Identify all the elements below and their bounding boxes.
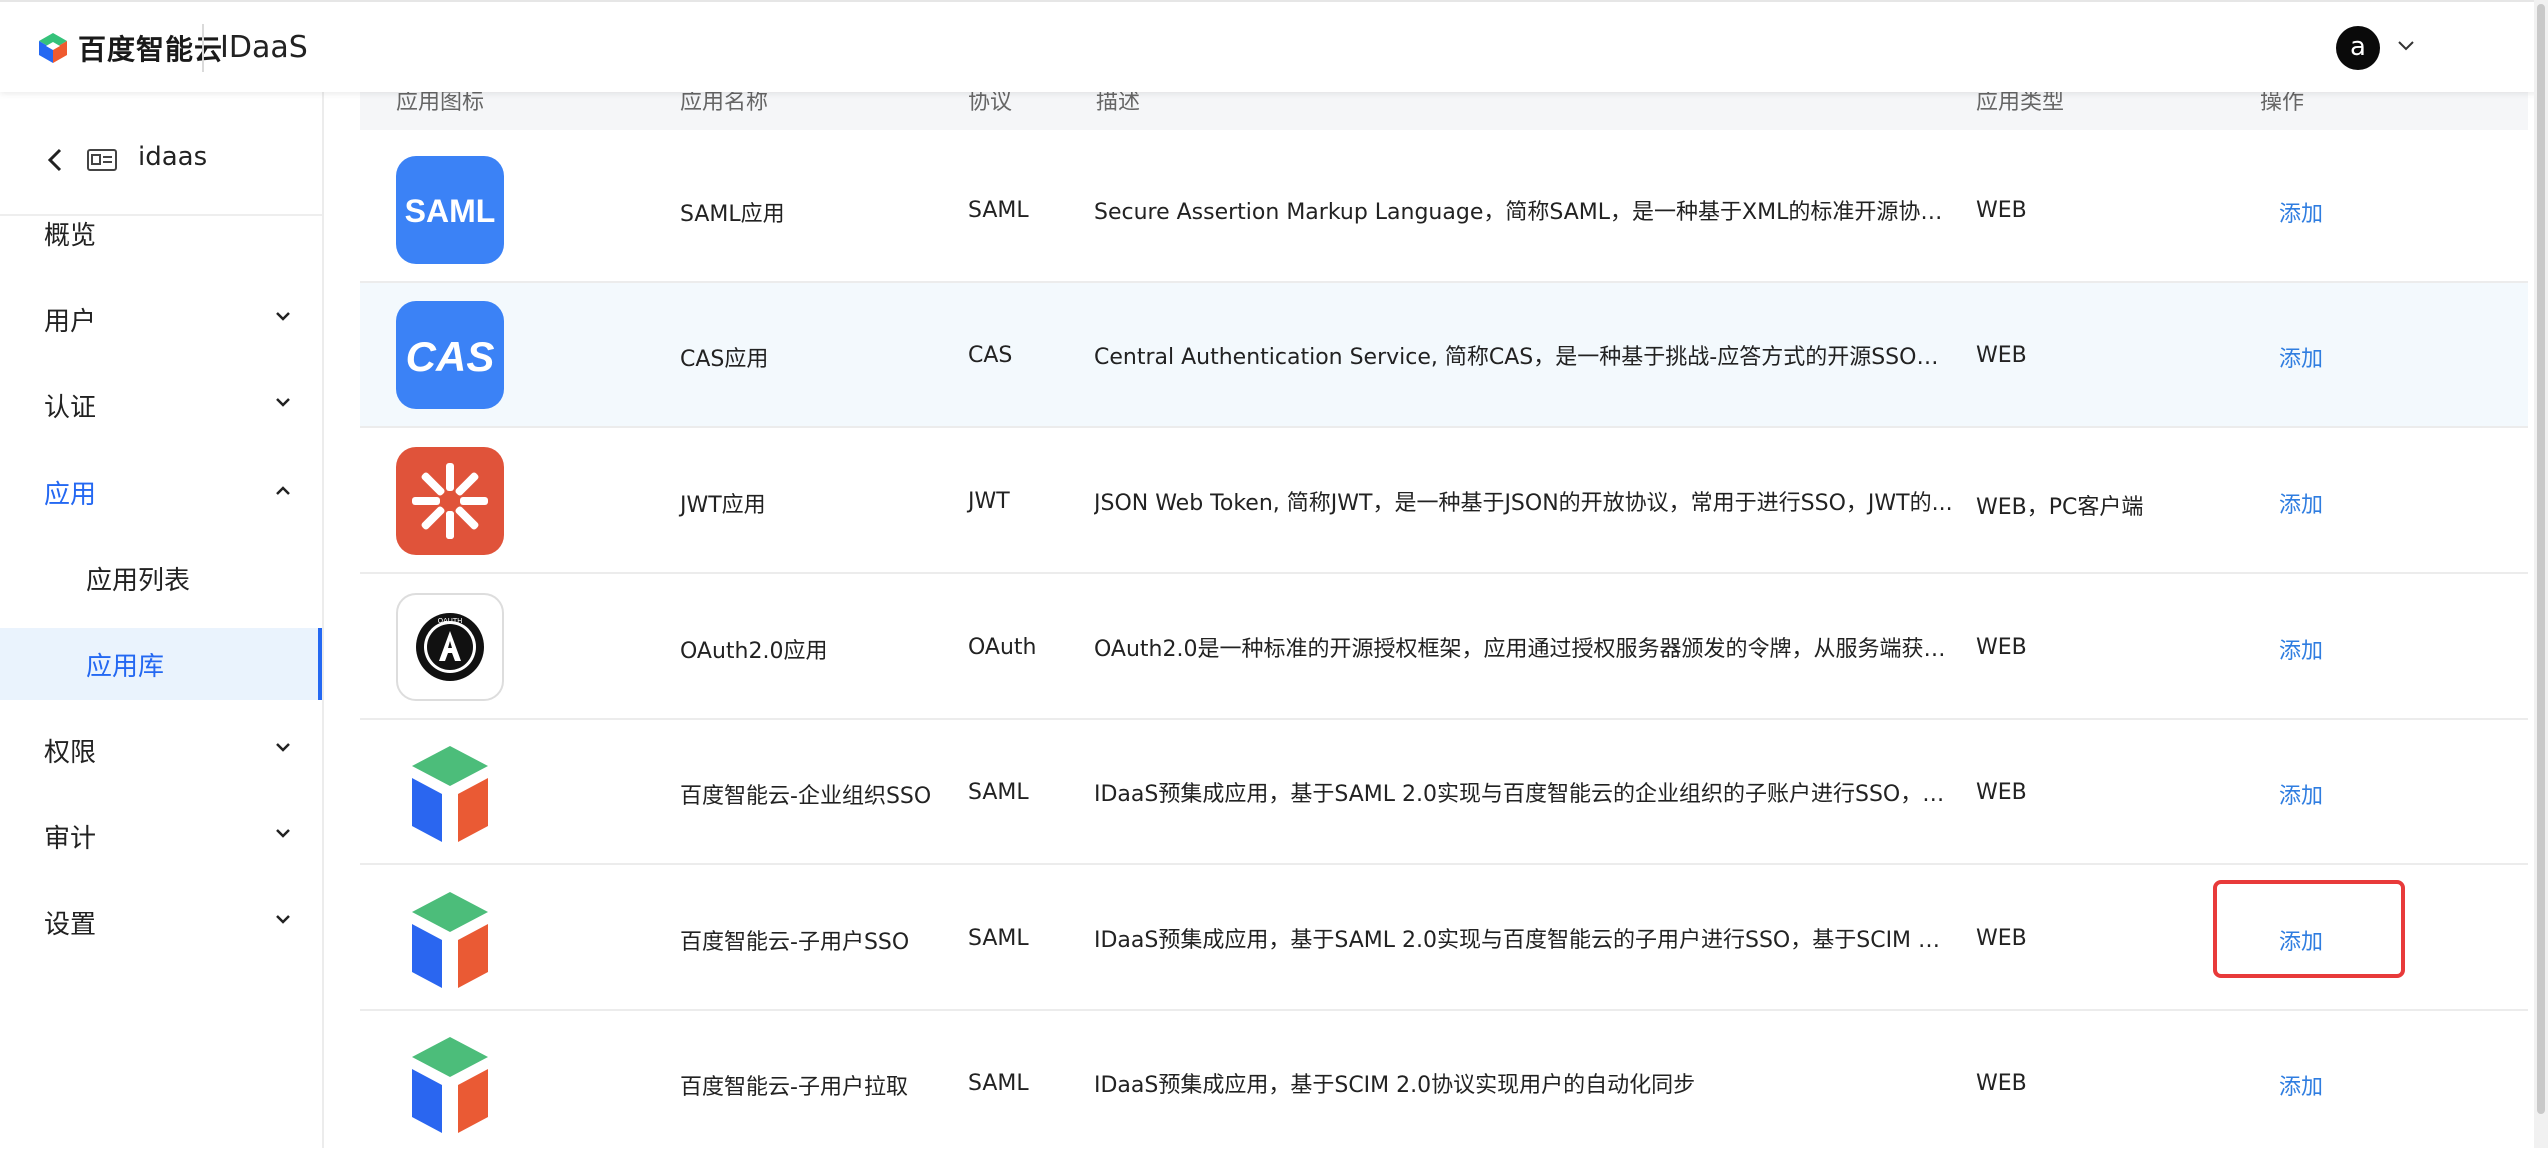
sidebar-item-auth[interactable]: 认证 <box>0 369 322 441</box>
add-app-button[interactable]: 添加 <box>2279 196 2323 228</box>
app-name: SAML应用 <box>680 202 785 227</box>
baidu-cloud-icon <box>396 738 504 846</box>
jwt-icon <box>396 447 504 555</box>
app-protocol: OAuth <box>968 635 1037 660</box>
oauth-icon: OAUTH <box>396 593 504 701</box>
sidebar-item-settings[interactable]: 设置 <box>0 886 322 958</box>
sidebar-subitem-label: 应用库 <box>86 652 165 682</box>
scrollbar-thumb[interactable] <box>2537 4 2545 1114</box>
sidebar-item-label: 概览 <box>44 221 97 251</box>
app-description: Secure Assertion Markup Language，简称SAML，… <box>1094 200 1954 225</box>
app-type: WEB <box>1976 780 2027 805</box>
add-app-button[interactable]: 添加 <box>2279 633 2323 665</box>
svg-text:CAS: CAS <box>406 333 495 380</box>
app-protocol: SAML <box>968 926 1029 951</box>
sidebar-subitem-label: 应用列表 <box>86 566 191 596</box>
app-name: CAS应用 <box>680 347 769 372</box>
id-card-icon <box>87 149 117 171</box>
sidebar-item-apps[interactable]: 应用 <box>0 456 322 528</box>
add-app-button[interactable]: 添加 <box>2279 778 2323 810</box>
chevron-down-icon <box>276 915 290 924</box>
app-description: IDaaS预集成应用，基于SAML 2.0实现与百度智能云的子用户进行SSO，基… <box>1094 928 1954 953</box>
table-row: OAUTH OAuth2.0应用 OAuth OAuth2.0是一种标准的开源授… <box>360 575 2528 720</box>
chevron-down-icon <box>276 398 290 407</box>
app-protocol: CAS <box>968 343 1013 368</box>
app-protocol: SAML <box>968 1071 1029 1096</box>
table-row: 百度智能云-企业组织SSO SAML IDaaS预集成应用，基于SAML 2.0… <box>360 720 2528 865</box>
app-name: 百度智能云-子用户SSO <box>680 930 910 955</box>
product-name: IDaaS <box>220 30 308 65</box>
app-name: JWT应用 <box>680 493 766 518</box>
sidebar-item-label: 设置 <box>44 910 97 940</box>
app-type: WEB <box>1976 926 2027 951</box>
app-description: OAuth2.0是一种标准的开源授权框架，应用通过授权服务器颁发的令牌，从服务端… <box>1094 637 1954 662</box>
app-type: WEB，PC客户端 <box>1976 495 2144 520</box>
app-type: WEB <box>1976 198 2027 223</box>
sidebar-item-audit[interactable]: 审计 <box>0 800 322 872</box>
table-row: SAML SAML应用 SAML Secure Assertion Markup… <box>360 138 2528 283</box>
chevron-up-icon <box>276 486 290 495</box>
baidu-cloud-icon <box>396 884 504 992</box>
chevron-down-icon <box>276 312 290 321</box>
sidebar-item-overview[interactable]: 概览 <box>0 197 322 269</box>
cas-icon: CAS <box>396 301 504 409</box>
sidebar-item-permissions[interactable]: 权限 <box>0 714 322 786</box>
sidebar-subitem-app-list[interactable]: 应用列表 <box>0 542 322 614</box>
app-library-table: 应用图标 应用名称 协议 描述 应用类型 操作 SAML SAML应用 SAML… <box>360 84 2528 1156</box>
app-description: IDaaS预集成应用，基于SAML 2.0实现与百度智能云的企业组织的子账户进行… <box>1094 782 1954 807</box>
sidebar-item-users[interactable]: 用户 <box>0 283 322 355</box>
app-type: WEB <box>1976 635 2027 660</box>
sidebar-item-label: 审计 <box>44 824 97 854</box>
user-avatar[interactable]: a <box>2336 26 2380 70</box>
back-arrow-icon[interactable] <box>44 146 66 174</box>
sidebar-item-label: 应用 <box>44 480 97 510</box>
chevron-down-icon <box>276 829 290 838</box>
app-description: Central Authentication Service, 简称CAS，是一… <box>1094 345 1954 370</box>
app-protocol: SAML <box>968 780 1029 805</box>
baidu-cloud-logo-icon <box>39 33 67 63</box>
app-name: OAuth2.0应用 <box>680 639 828 664</box>
saml-icon: SAML <box>396 156 504 264</box>
svg-text:OAUTH: OAUTH <box>438 617 463 625</box>
app-type: WEB <box>1976 1071 2027 1096</box>
table-row: 百度智能云-子用户拉取 SAML IDaaS预集成应用，基于SCIM 2.0协议… <box>360 1011 2528 1156</box>
add-app-button[interactable]: 添加 <box>2279 924 2323 956</box>
baidu-cloud-icon <box>396 1029 504 1137</box>
table-row: CAS CAS应用 CAS Central Authentication Ser… <box>360 283 2528 428</box>
top-header: 百度智能云 IDaaS a <box>0 0 2548 92</box>
sidebar-item-label: 权限 <box>44 738 97 768</box>
sidebar-app-name: idaas <box>138 142 208 172</box>
app-type: WEB <box>1976 343 2027 368</box>
app-protocol: SAML <box>968 198 1029 223</box>
app-description: JSON Web Token, 简称JWT，是一种基于JSON的开放协议，常用于… <box>1094 491 1953 516</box>
app-protocol: JWT <box>968 489 1010 514</box>
brand-logo[interactable]: 百度智能云 <box>36 28 223 68</box>
chevron-down-icon <box>276 743 290 752</box>
sidebar: idaas 概览 用户 认证 应用 应用列表 应用库 权限 审计 设置 <box>0 92 324 1148</box>
sidebar-subitem-app-library[interactable]: 应用库 <box>0 628 322 700</box>
app-description: IDaaS预集成应用，基于SCIM 2.0协议实现用户的自动化同步 <box>1094 1073 1696 1098</box>
add-app-button[interactable]: 添加 <box>2279 341 2323 373</box>
add-app-button[interactable]: 添加 <box>2279 1069 2323 1101</box>
svg-text:SAML: SAML <box>405 193 496 229</box>
app-name: 百度智能云-企业组织SSO <box>680 784 932 809</box>
chevron-down-icon[interactable] <box>2394 36 2418 56</box>
table-row: 百度智能云-子用户SSO SAML IDaaS预集成应用，基于SAML 2.0实… <box>360 866 2528 1011</box>
header-divider <box>202 24 204 72</box>
table-row: JWT应用 JWT JSON Web Token, 简称JWT，是一种基于JSO… <box>360 429 2528 574</box>
sidebar-item-label: 认证 <box>44 393 97 423</box>
app-name: 百度智能云-子用户拉取 <box>680 1075 908 1100</box>
sidebar-item-label: 用户 <box>44 307 97 337</box>
add-app-button[interactable]: 添加 <box>2279 487 2323 519</box>
